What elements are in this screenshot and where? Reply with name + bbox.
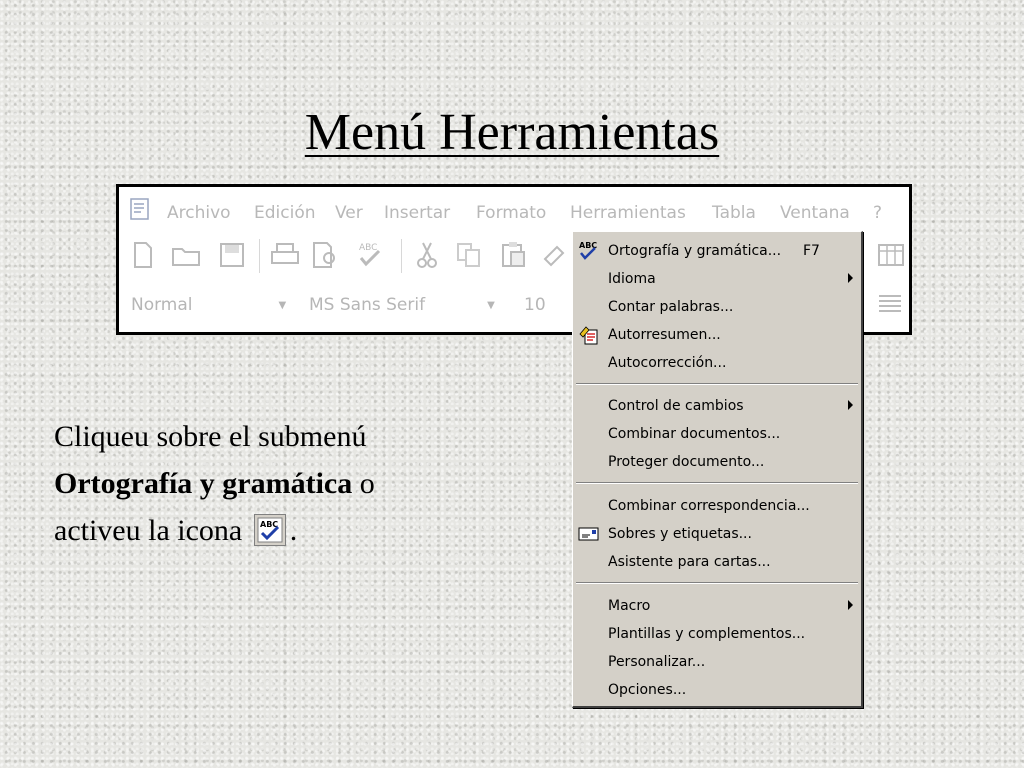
menu-separator: [576, 383, 858, 385]
new-document-icon[interactable]: [131, 241, 155, 269]
instruction-text: Cliqueu sobre el submenú Ortografía y gr…: [54, 413, 524, 554]
cut-icon[interactable]: [415, 241, 439, 269]
menu-tabla[interactable]: Tabla: [712, 203, 756, 223]
menu-item-macro[interactable]: Macro: [573, 593, 861, 619]
envelope-icon: [578, 527, 599, 541]
menu-item-label: Proteger documento...: [608, 454, 765, 470]
menu-item-opciones[interactable]: Opciones...: [573, 677, 861, 703]
chevron-down-icon: ▼: [278, 299, 287, 311]
menu-insertar[interactable]: Insertar: [384, 203, 450, 223]
menu-separator: [576, 482, 858, 484]
submenu-arrow-icon: [848, 600, 853, 610]
menu-item-label: Control de cambios: [608, 398, 744, 414]
menu-item-autocorreccion[interactable]: Autocorrección...: [573, 350, 861, 376]
menu-item-label: Ortografía y gramática...: [608, 243, 782, 259]
menu-ver[interactable]: Ver: [335, 203, 363, 223]
menu-item-autorresumen[interactable]: Autorresumen...: [573, 322, 861, 348]
menu-item-label: Plantillas y complementos...: [608, 626, 806, 642]
instruction-bold: Ortografía y gramática: [54, 467, 353, 500]
open-folder-icon[interactable]: [171, 243, 203, 267]
slide-title: Menú Herramientas: [304, 104, 720, 161]
menu-item-label: Combinar documentos...: [608, 426, 781, 442]
spelling-check-icon: ABC: [253, 514, 286, 546]
document-icon: [130, 198, 149, 220]
instruction-line-3: activeu la icona: [54, 514, 243, 547]
menu-item-label: Macro: [608, 598, 651, 614]
menu-item-shortcut: F7: [803, 243, 820, 259]
menu-item-label: Asistente para cartas...: [608, 554, 771, 570]
submenu-arrow-icon: [848, 273, 853, 283]
menu-herramientas[interactable]: Herramientas: [570, 203, 686, 223]
tools-dropdown-menu: ABC Ortografía y gramática... F7 Idioma …: [572, 231, 863, 708]
submenu-arrow-icon: [848, 400, 853, 410]
copy-icon[interactable]: [455, 241, 483, 269]
table-icon[interactable]: [877, 243, 905, 267]
menu-item-label: Idioma: [608, 271, 656, 287]
menu-item-asistente-cartas[interactable]: Asistente para cartas...: [573, 549, 861, 575]
menu-item-label: Sobres y etiquetas...: [608, 526, 752, 542]
menu-item-label: Combinar correspondencia...: [608, 498, 810, 514]
print-preview-icon[interactable]: [311, 241, 341, 269]
print-icon[interactable]: [269, 241, 301, 269]
menu-item-personalizar[interactable]: Personalizar...: [573, 649, 861, 675]
instruction-line-1: Cliqueu sobre el submenú: [54, 420, 367, 453]
menu-item-combinar-documentos[interactable]: Combinar documentos...: [573, 421, 861, 447]
style-combo-value: Normal: [131, 295, 193, 315]
size-combo-value: 10: [524, 295, 546, 315]
menu-separator: [576, 582, 858, 584]
menu-item-control-cambios[interactable]: Control de cambios: [573, 393, 861, 419]
menu-item-plantillas[interactable]: Plantillas y complementos...: [573, 621, 861, 647]
menu-item-proteger-documento[interactable]: Proteger documento...: [573, 449, 861, 475]
menu-item-combinar-correspondencia[interactable]: Combinar correspondencia...: [573, 493, 861, 519]
size-combo[interactable]: 10: [524, 295, 546, 315]
font-combo-value: MS Sans Serif: [309, 295, 426, 315]
format-painter-icon[interactable]: [541, 241, 571, 269]
menu-bar: Archivo Edición Ver Insertar Formato Her…: [119, 187, 909, 231]
instruction-end: .: [289, 514, 298, 547]
menu-help[interactable]: ?: [873, 203, 882, 223]
autosummarize-icon: [579, 326, 598, 345]
menu-item-label: Opciones...: [608, 682, 687, 698]
instruction-connector: o: [359, 467, 375, 500]
menu-formato[interactable]: Formato: [476, 203, 546, 223]
justify-icon[interactable]: [877, 291, 903, 317]
menu-item-label: Contar palabras...: [608, 299, 734, 315]
menu-item-idioma[interactable]: Idioma: [573, 266, 861, 292]
spelling-toolbar-icon[interactable]: ABC: [355, 239, 385, 269]
menu-item-contar-palabras[interactable]: Contar palabras...: [573, 294, 861, 320]
menu-archivo[interactable]: Archivo: [167, 203, 231, 223]
style-combo[interactable]: Normal ▼: [131, 295, 286, 315]
save-icon[interactable]: [219, 242, 245, 268]
paste-icon[interactable]: [499, 239, 529, 269]
menu-item-label: Personalizar...: [608, 654, 706, 670]
menu-item-ortografia[interactable]: ABC Ortografía y gramática... F7: [573, 238, 861, 264]
menu-edicion[interactable]: Edición: [254, 203, 316, 223]
spelling-check-icon: ABC: [579, 241, 597, 260]
chevron-down-icon: ▼: [487, 299, 495, 311]
menu-item-label: Autocorrección...: [608, 355, 727, 371]
font-combo[interactable]: MS Sans Serif ▼: [309, 295, 495, 315]
menu-item-sobres-etiquetas[interactable]: Sobres y etiquetas...: [573, 521, 861, 547]
menu-item-label: Autorresumen...: [608, 327, 721, 343]
menu-ventana[interactable]: Ventana: [780, 203, 850, 223]
svg-text:ABC: ABC: [359, 243, 377, 253]
